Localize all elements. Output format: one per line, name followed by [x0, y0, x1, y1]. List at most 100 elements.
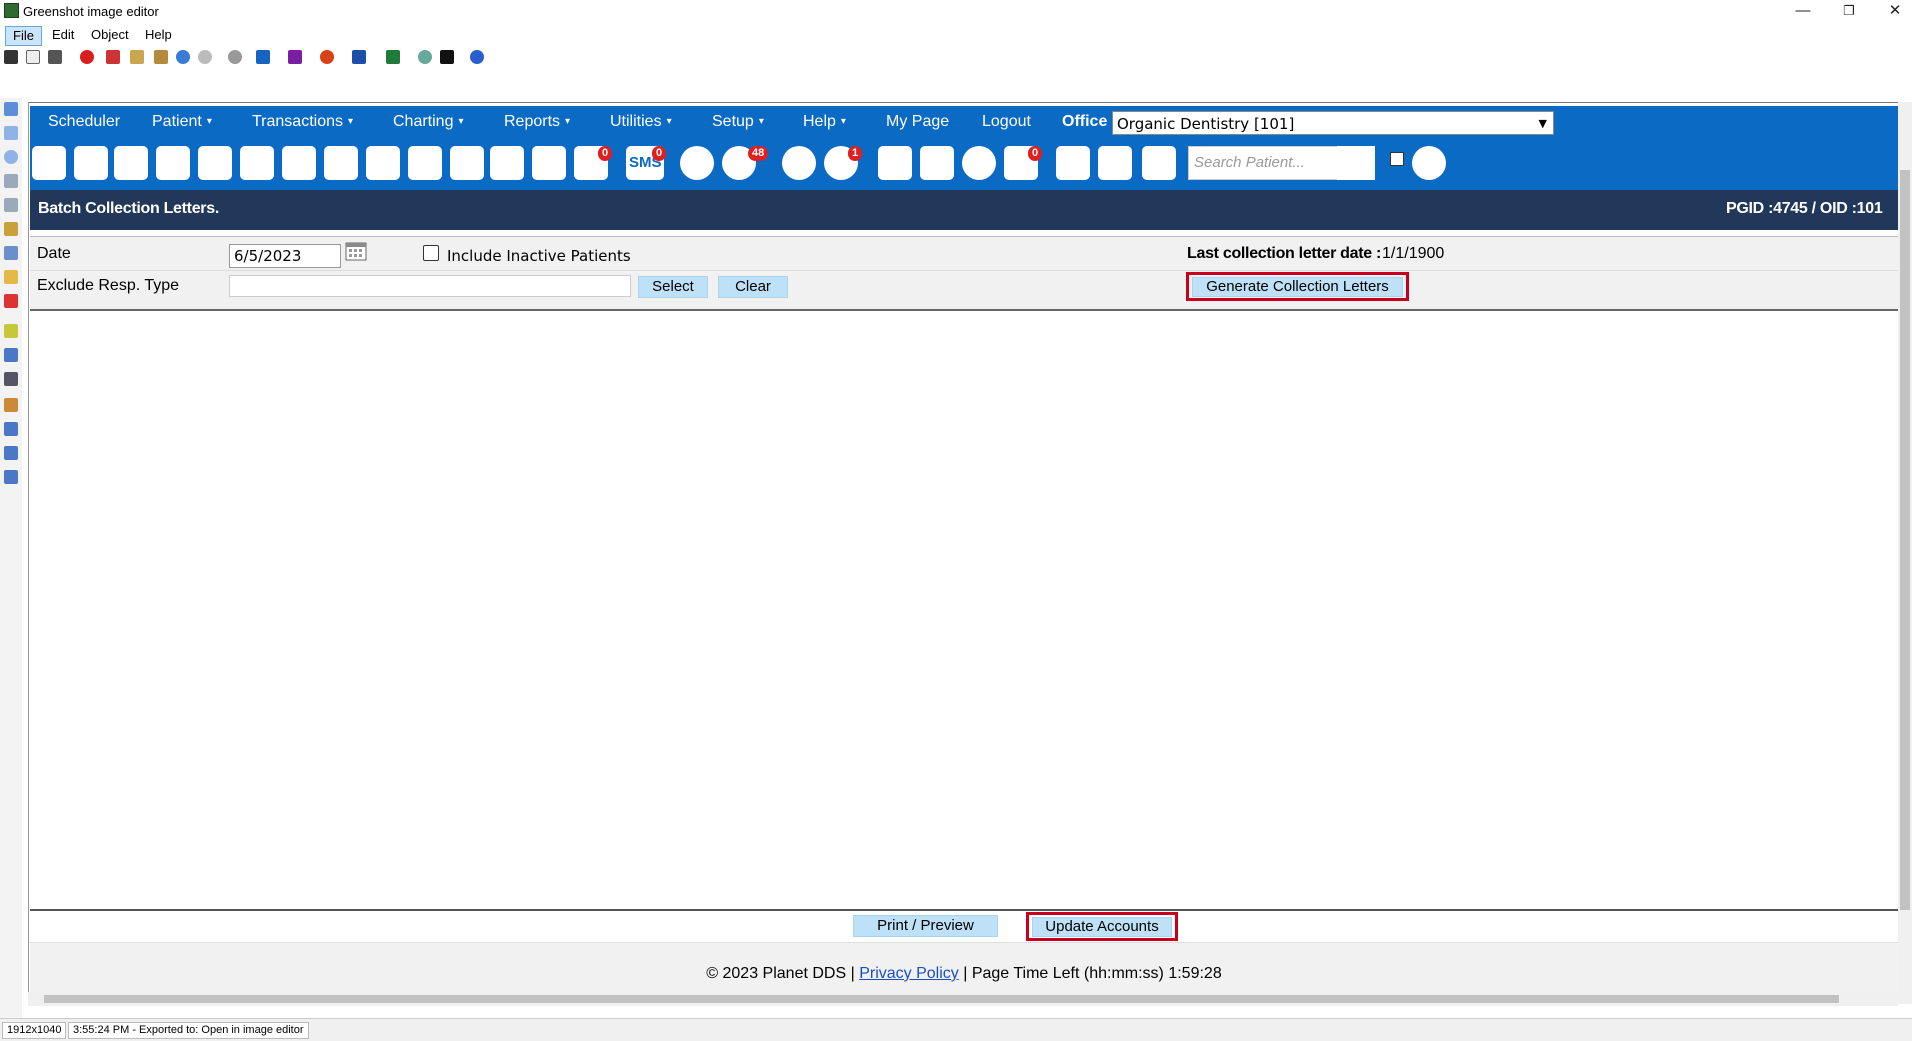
- tooth-help-icon[interactable]: [920, 146, 954, 180]
- outlook-icon[interactable]: [256, 50, 270, 64]
- office-select-value: Organic Dentistry [101]: [1117, 115, 1295, 133]
- family-icon[interactable]: [1056, 146, 1090, 180]
- powerpoint-icon[interactable]: [320, 50, 334, 64]
- include-inactive-checkbox[interactable]: [423, 245, 439, 261]
- redo-icon[interactable]: [198, 50, 212, 64]
- close-button[interactable]: ✕: [1872, 0, 1912, 22]
- save-icon[interactable]: [4, 50, 18, 64]
- highlight-tool-icon[interactable]: [4, 324, 18, 338]
- settings-icon[interactable]: [228, 50, 242, 64]
- text-tool-icon[interactable]: [4, 246, 18, 260]
- perio-tooth-icon[interactable]: [878, 146, 912, 180]
- line-tool-icon[interactable]: [4, 174, 18, 188]
- generate-collection-letters-button[interactable]: Generate Collection Letters: [1192, 277, 1403, 297]
- copy-clipboard-icon[interactable]: [130, 50, 144, 64]
- nav-patient[interactable]: Patient ▾: [152, 113, 212, 131]
- freehand-tool-icon[interactable]: [4, 222, 18, 236]
- nav-label: Utilities: [610, 113, 662, 130]
- tooth-icon[interactable]: [240, 146, 274, 180]
- menu-edit[interactable]: Edit: [45, 26, 81, 44]
- arrow-tool-icon[interactable]: [4, 198, 18, 212]
- speechbubble-tool-icon[interactable]: [4, 270, 18, 284]
- tooth-chart-icon[interactable]: [198, 146, 232, 180]
- resize-icon[interactable]: [4, 470, 18, 484]
- nav-label: Transactions: [252, 113, 343, 130]
- obfuscate-tool-icon[interactable]: [4, 348, 18, 362]
- nav-logout[interactable]: Logout: [982, 113, 1031, 131]
- restore-button[interactable]: ❐: [1826, 0, 1872, 22]
- print-preview-button[interactable]: Print / Preview: [853, 915, 998, 937]
- date-input[interactable]: 6/5/2023: [229, 244, 341, 268]
- dollar-transfer-icon[interactable]: [114, 146, 148, 180]
- help-icon[interactable]: [470, 50, 484, 64]
- select-button[interactable]: Select: [638, 276, 708, 298]
- counter-tool-icon[interactable]: [4, 294, 18, 308]
- word-icon[interactable]: [352, 50, 366, 64]
- image-tool-icon[interactable]: [4, 398, 18, 412]
- excel-icon[interactable]: [386, 50, 400, 64]
- footer: © 2023 Planet DDS | Privacy Policy | Pag…: [30, 942, 1898, 993]
- nav-transactions[interactable]: Transactions ▾: [252, 113, 353, 131]
- horizontal-scrollbar-thumb[interactable]: [44, 995, 1839, 1003]
- copy-icon[interactable]: [26, 50, 40, 64]
- menu-file[interactable]: File: [5, 26, 42, 46]
- rotate-ccw-icon[interactable]: [4, 446, 18, 460]
- search-patient-input[interactable]: Search Patient...: [1188, 146, 1338, 180]
- add-patient-icon[interactable]: [324, 146, 358, 180]
- nav-setup[interactable]: Setup ▾: [712, 113, 764, 131]
- editor-toolbar: [0, 48, 600, 70]
- document-icon[interactable]: [490, 146, 524, 180]
- home-icon[interactable]: [74, 146, 108, 180]
- rotate-cw-icon[interactable]: [4, 422, 18, 436]
- undo-icon[interactable]: [176, 50, 190, 64]
- patient-search-icon[interactable]: [1337, 146, 1375, 180]
- pointer-tool-icon[interactable]: [4, 102, 18, 116]
- refresh-icon[interactable]: [418, 50, 432, 64]
- paste-icon[interactable]: [154, 50, 168, 64]
- print-icon[interactable]: [48, 50, 62, 64]
- onenote-icon[interactable]: [288, 50, 302, 64]
- tx-plan-icon[interactable]: [282, 146, 316, 180]
- calendar-icon[interactable]: [32, 146, 66, 180]
- vertical-scrollbar-thumb[interactable]: [1900, 170, 1910, 910]
- nav-reports[interactable]: Reports ▾: [504, 113, 570, 131]
- nav-label: Logout: [982, 113, 1031, 130]
- advanced-search-icon[interactable]: [1412, 146, 1446, 180]
- ellipse-tool-icon[interactable]: [4, 150, 18, 164]
- menu-object[interactable]: Object: [84, 26, 136, 44]
- edit-note-icon[interactable]: [156, 146, 190, 180]
- patient-portal-icon[interactable]: [782, 146, 816, 180]
- nav-label: Scheduler: [48, 113, 121, 130]
- nav-charting[interactable]: Charting ▾: [393, 113, 464, 131]
- nav-my-page[interactable]: My Page: [886, 113, 949, 131]
- printer-icon[interactable]: [1098, 146, 1132, 180]
- minimize-button[interactable]: —: [1780, 0, 1826, 22]
- add-family-icon[interactable]: [366, 146, 400, 180]
- close-image-icon[interactable]: [80, 50, 94, 64]
- cut-icon[interactable]: [106, 50, 120, 64]
- info-icon[interactable]: [440, 50, 454, 64]
- page-ids: PGID :4745 / OID :101: [1726, 200, 1883, 217]
- nav-scheduler[interactable]: Scheduler: [48, 113, 120, 131]
- prescription-icon[interactable]: [408, 146, 442, 180]
- menu-help[interactable]: Help: [138, 26, 179, 44]
- mail-icon[interactable]: [532, 146, 566, 180]
- crop-tool-icon[interactable]: [4, 372, 18, 386]
- search-option-checkbox[interactable]: [1390, 152, 1404, 166]
- calendar-picker-icon[interactable]: [345, 241, 367, 261]
- nav-utilities[interactable]: Utilities ▾: [610, 113, 672, 131]
- exclude-resp-type-input[interactable]: [229, 275, 631, 297]
- globe-settings-icon[interactable]: [962, 146, 996, 180]
- privacy-policy-link[interactable]: Privacy Policy: [859, 965, 959, 982]
- office-select[interactable]: Organic Dentistry [101] ▼: [1112, 111, 1554, 135]
- last-collection-date-value: 1/1/1900: [1382, 245, 1445, 262]
- update-accounts-button[interactable]: Update Accounts: [1032, 917, 1172, 937]
- exclude-resp-type-label: Exclude Resp. Type: [37, 277, 180, 294]
- expand-down-icon[interactable]: [1142, 146, 1176, 180]
- rectangle-tool-icon[interactable]: [4, 126, 18, 140]
- nav-help[interactable]: Help ▾: [803, 113, 846, 131]
- clear-button[interactable]: Clear: [718, 276, 788, 298]
- notes-icon[interactable]: [450, 146, 484, 180]
- clock-icon[interactable]: [680, 146, 714, 180]
- date-label: Date: [37, 245, 71, 262]
